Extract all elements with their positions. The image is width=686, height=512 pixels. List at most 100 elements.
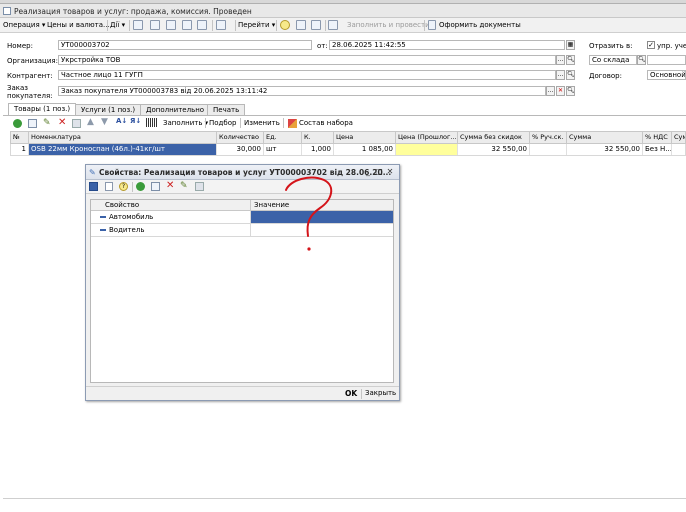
org-select-button[interactable]: … — [556, 55, 565, 65]
contract-label: Договор: — [589, 72, 622, 80]
col-property[interactable]: Свойство — [91, 200, 251, 211]
post-icon[interactable] — [150, 20, 160, 30]
col-k[interactable]: К. — [302, 132, 334, 143]
change-button[interactable]: Изменить — [244, 119, 280, 127]
table-row[interactable]: Автомобиль — [91, 211, 393, 224]
add-row-icon[interactable] — [13, 119, 22, 128]
order-select-button[interactable]: … — [546, 86, 555, 96]
delete-row-icon[interactable]: ✕ — [58, 117, 66, 128]
warehouse-open-button[interactable]: 🔍︎ — [637, 55, 646, 65]
warehouse-name-field[interactable] — [647, 55, 686, 65]
toolbar-separator — [235, 20, 236, 31]
operation-menu[interactable]: Операция ▾ — [3, 21, 45, 29]
row-qty[interactable]: 30,000 — [217, 144, 264, 155]
dialog-titlebar: ✎ Свойства: Реализация товаров и услуг У… — [86, 165, 399, 180]
add-icon[interactable] — [136, 182, 145, 191]
footer-separator — [361, 389, 362, 399]
organization-field[interactable]: Укрстройка ТОВ — [58, 55, 556, 65]
col-unit[interactable]: Ед. — [264, 132, 302, 143]
move-down-icon[interactable]: ▼ — [101, 117, 108, 127]
goods-grid-header: № Номенклатура Количество Ед. К. Цена Це… — [10, 131, 686, 144]
col-sum[interactable]: Сумма — [567, 132, 643, 143]
row-manual-disc[interactable] — [530, 144, 567, 155]
counterparty-open-button[interactable]: 🔍︎ — [566, 70, 575, 80]
save-icon[interactable] — [89, 182, 98, 191]
edit-row-icon[interactable]: ✎ — [43, 118, 51, 128]
move-up-icon[interactable]: ▲ — [87, 117, 94, 127]
document-icon[interactable] — [105, 182, 113, 191]
row-unit[interactable]: шт — [264, 144, 302, 155]
col-prev-price[interactable]: Цена (Прошлог... — [396, 132, 458, 143]
sort-asc-icon[interactable]: A↓ — [116, 117, 127, 125]
row-sum[interactable]: 32 550,00 — [567, 144, 643, 155]
kit-button[interactable]: Состав набора — [299, 119, 353, 127]
copy-row-icon[interactable] — [28, 119, 37, 128]
settings-icon[interactable] — [311, 20, 321, 30]
create-documents-button[interactable]: Оформить документы — [439, 21, 521, 29]
maximize-button[interactable]: □ — [374, 167, 384, 177]
save-icon[interactable] — [133, 20, 143, 30]
row-item[interactable]: OSB 22мм Кроноспан (46л.)-41кг/шт — [29, 144, 217, 155]
fill-post-icon — [328, 20, 338, 30]
dialog-toolbar: ? ✕ ✎ — [86, 180, 399, 194]
help-icon[interactable]: ? — [119, 182, 128, 191]
tab-additional[interactable]: Дополнительно — [140, 104, 211, 115]
tab-print[interactable]: Печать — [207, 104, 246, 115]
sort-desc-icon[interactable]: Я↓ — [130, 117, 141, 125]
delete-icon[interactable] — [197, 20, 207, 30]
table-row[interactable]: Водитель — [91, 224, 393, 237]
actions-menu[interactable]: Дії ▾ — [110, 21, 125, 29]
property-name: Автомобиль — [91, 211, 251, 223]
structure-icon[interactable] — [216, 20, 226, 30]
fill-post-button[interactable]: Заполнить и провести — [347, 21, 430, 29]
order-open-button[interactable]: 🔍︎ — [566, 86, 575, 96]
upr-checkbox[interactable]: ✓ — [647, 41, 655, 49]
order-clear-button[interactable]: ✕ — [556, 86, 565, 96]
row-prev-price[interactable] — [396, 144, 458, 155]
end-edit-icon[interactable] — [195, 182, 204, 191]
close-icon[interactable]: ✕ — [385, 167, 395, 177]
prices-currency-button[interactable]: Цены и валюта... — [47, 21, 110, 29]
number-field[interactable]: УТ000003702 — [58, 40, 312, 50]
tab-goods[interactable]: Товары (1 поз.) — [8, 103, 77, 115]
close-button[interactable]: Закрыть — [365, 389, 396, 397]
help-icon[interactable] — [280, 20, 290, 30]
counterparty-select-button[interactable]: … — [556, 70, 565, 80]
contract-field[interactable]: Основной до — [647, 70, 686, 80]
copy-icon[interactable] — [166, 20, 176, 30]
col-number[interactable]: № — [11, 132, 29, 143]
row-k[interactable]: 1,000 — [302, 144, 334, 155]
org-open-button[interactable]: 🔍︎ — [566, 55, 575, 65]
col-vat[interactable]: % НДС — [643, 132, 672, 143]
order-field[interactable]: Заказ покупателя УТ000003783 від 20.06.2… — [58, 86, 546, 96]
number-label: Номер: — [7, 42, 33, 50]
counterparty-field[interactable]: Частное лицо 11 ГУГП — [58, 70, 556, 80]
col-price[interactable]: Цена — [334, 132, 396, 143]
question-mark-dot — [307, 247, 311, 251]
barcode-icon[interactable] — [146, 118, 157, 127]
pick-button[interactable]: Подбор — [209, 119, 236, 127]
edit-icon[interactable]: ✎ — [180, 181, 188, 191]
fill-menu[interactable]: Заполнить ▾ — [163, 119, 208, 127]
goto-menu[interactable]: Перейти ▾ — [238, 21, 275, 29]
minimize-button[interactable]: _ — [363, 167, 373, 177]
row-price[interactable]: 1 085,00 — [334, 144, 396, 155]
end-edit-icon[interactable] — [72, 119, 81, 128]
row-sum-nodisc[interactable]: 32 550,00 — [458, 144, 530, 155]
delete-icon[interactable]: ✕ — [166, 180, 174, 191]
table-row[interactable]: 1 OSB 22мм Кроноспан (46л.)-41кг/шт 30,0… — [10, 144, 686, 156]
col-item[interactable]: Номенклатура — [29, 132, 217, 143]
journal-icon[interactable] — [296, 20, 306, 30]
ok-button[interactable]: OK — [345, 389, 357, 398]
col-vat-sum[interactable]: Сум — [672, 132, 686, 143]
move-icon[interactable] — [182, 20, 192, 30]
copy-icon[interactable] — [151, 182, 160, 191]
date-field[interactable]: 28.06.2025 11:42:55 — [329, 40, 565, 50]
calendar-button[interactable]: ▦ — [566, 40, 575, 50]
warehouse-field[interactable]: Со склада — [589, 55, 637, 65]
col-sum-nodisc[interactable]: Сумма без скидок — [458, 132, 530, 143]
row-vat[interactable]: Без Н... — [643, 144, 672, 155]
col-qty[interactable]: Количество — [217, 132, 264, 143]
col-manual-disc[interactable]: % Руч.ск. — [530, 132, 567, 143]
tab-services[interactable]: Услуги (1 поз.) — [75, 104, 142, 115]
